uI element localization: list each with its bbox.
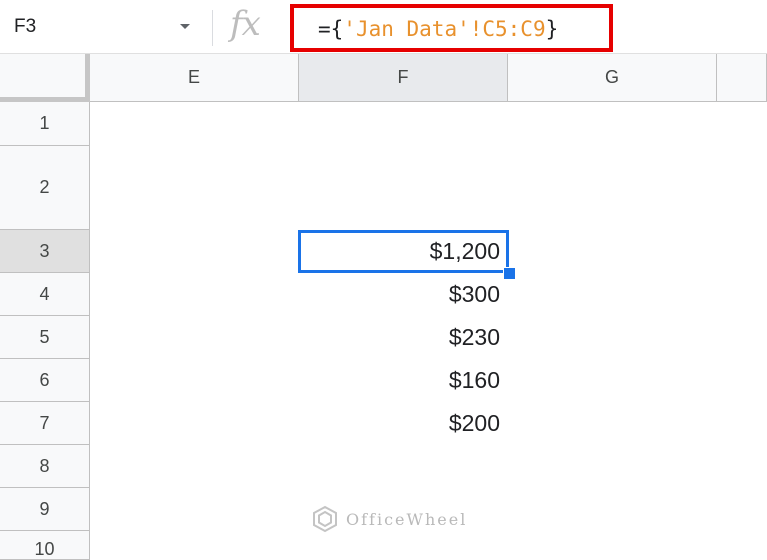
cell-g2[interactable]	[508, 146, 767, 230]
cell-f5[interactable]: $230	[299, 316, 508, 359]
cell-f4[interactable]: $300	[299, 273, 508, 316]
fx-icon: fx	[230, 4, 261, 44]
select-all-corner[interactable]	[0, 54, 90, 102]
formula-range-reference: 'Jan Data'!C5:C9	[343, 17, 546, 41]
cell-f6[interactable]: $160	[299, 359, 508, 402]
formula-bar-divider	[212, 10, 213, 46]
cell-g9[interactable]	[508, 488, 767, 531]
formula-input[interactable]: ={'Jan Data'!C5:C9}	[290, 4, 613, 52]
row-header-6[interactable]: 6	[0, 359, 90, 402]
column-header-g[interactable]: G	[508, 54, 717, 102]
fill-handle[interactable]	[503, 267, 516, 280]
cell-e8[interactable]	[90, 445, 299, 488]
chevron-down-icon[interactable]	[180, 24, 190, 29]
cell-e5[interactable]	[90, 316, 299, 359]
row-header-10[interactable]: 10	[0, 531, 90, 560]
cell-e3[interactable]	[90, 230, 299, 273]
column-header-h[interactable]	[717, 54, 767, 102]
name-box-value: F3	[14, 16, 37, 37]
cell-g5[interactable]	[508, 316, 767, 359]
cell-g6[interactable]	[508, 359, 767, 402]
row-header-7[interactable]: 7	[0, 402, 90, 445]
cell-g4[interactable]	[508, 273, 767, 316]
cell-f7[interactable]: $200	[299, 402, 508, 445]
cell-e6[interactable]	[90, 359, 299, 402]
cell-g1[interactable]	[508, 102, 767, 146]
formula-bar: F3 fx ={'Jan Data'!C5:C9}	[0, 0, 767, 54]
cell-f2[interactable]	[299, 146, 508, 230]
formula-prefix: ={	[318, 17, 344, 41]
watermark-logo: OfficeWheel	[312, 505, 467, 533]
row-header-5[interactable]: 5	[0, 316, 90, 359]
cell-g8[interactable]	[508, 445, 767, 488]
cell-e9[interactable]	[90, 488, 299, 531]
cell-e4[interactable]	[90, 273, 299, 316]
formula-text: ={'Jan Data'!C5:C9}	[318, 17, 558, 41]
cell-g7[interactable]	[508, 402, 767, 445]
row-header-2[interactable]: 2	[0, 146, 90, 230]
cell-g3[interactable]	[508, 230, 767, 273]
watermark-text: OfficeWheel	[346, 509, 468, 529]
column-header-e[interactable]: E	[90, 54, 299, 102]
formula-suffix: }	[545, 17, 559, 41]
name-box[interactable]: F3	[0, 6, 205, 48]
row-header-3[interactable]: 3	[0, 230, 90, 273]
cell-f3[interactable]: $1,200	[299, 230, 508, 273]
cell-e7[interactable]	[90, 402, 299, 445]
cell-e2[interactable]	[90, 146, 299, 230]
row-header-9[interactable]: 9	[0, 488, 90, 531]
cell-f8[interactable]	[299, 445, 508, 488]
row-header-4[interactable]: 4	[0, 273, 90, 316]
officewheel-logo-icon	[313, 505, 337, 533]
row-header-8[interactable]: 8	[0, 445, 90, 488]
row-header-1[interactable]: 1	[0, 102, 90, 146]
cell-e1[interactable]	[90, 102, 299, 146]
column-header-f[interactable]: F	[299, 54, 508, 102]
cell-f1[interactable]	[299, 102, 508, 146]
